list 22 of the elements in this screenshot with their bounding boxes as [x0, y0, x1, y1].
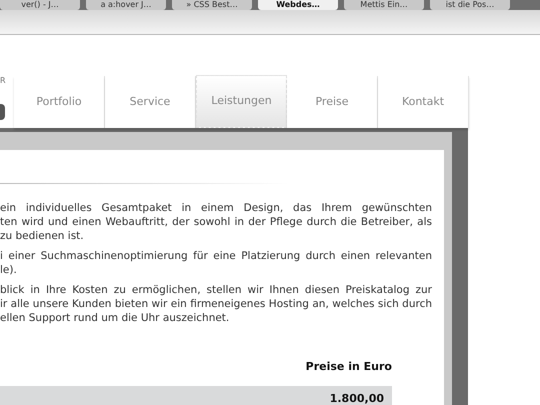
browser-tab[interactable]: a a:hover J… — [86, 0, 166, 10]
paragraph-line: blick in Ihre Kosten zu ermöglichen, stellen wir Ihnen diesen Preiskatalog zur — [0, 283, 432, 297]
browser-tab[interactable]: Webdes… — [258, 0, 338, 10]
nav-tab[interactable]: Preise — [287, 76, 378, 128]
table-header: Preise in Euro — [306, 359, 392, 375]
logo-mark — [0, 104, 5, 120]
browser-tab[interactable]: Mettis Ein… — [344, 0, 424, 10]
paragraph-line: i einer Suchmaschinenoptimierung für eine Platzierung durch einen relevanten — [0, 249, 432, 263]
nav-tab[interactable]: Portfolio — [14, 76, 105, 128]
paragraph-line: ellen Support rund um die Uhr auszeichnet. — [0, 311, 230, 325]
browser-tab[interactable]: » CSS Best… — [172, 0, 252, 10]
paragraph-line: ten wird und einen Webauftritt, der sowohl in der Pflege durch die Betreiber, als — [0, 215, 432, 229]
browser-tab[interactable]: ver() - J… — [0, 0, 80, 10]
paragraph-line: ein individuelles Gesamtpaket in einem Design, das Ihrem gewünschten — [0, 201, 432, 215]
paragraph-line: ir alle unsere Kunden bieten wir ein firmeneigenes Hosting an, welches sich durch — [0, 297, 432, 311]
browser-tab[interactable]: ist die Pos… — [430, 0, 510, 10]
nav-tab[interactable]: Kontakt — [378, 76, 469, 128]
table-cell: 1.800,00 — [330, 392, 384, 405]
paragraph-line: zu bedienen ist. — [0, 229, 85, 243]
paragraph-line: le). — [0, 263, 18, 277]
nav-tab[interactable]: Service — [105, 76, 196, 128]
logo-text: R — [0, 76, 7, 86]
